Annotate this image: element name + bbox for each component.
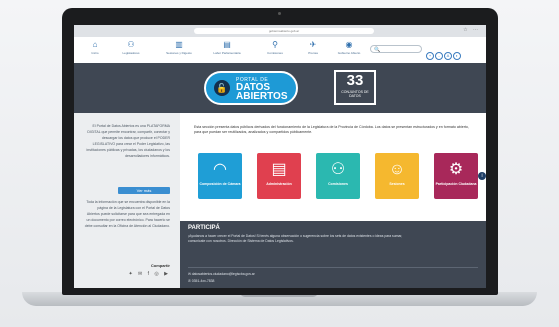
- laptop-screen: gobiernoabierto.gob.ar ☆ ⋯ ⌂ Inicio ⚇ Legis…: [74, 25, 486, 288]
- category-tile-label: Comisiones: [328, 182, 348, 186]
- participa-title: PARTICIPÁ: [188, 225, 220, 231]
- search-input[interactable]: 🔍: [370, 45, 422, 53]
- people-meeting-icon: ☺: [388, 161, 406, 178]
- contrast-button[interactable]: ◐: [453, 52, 461, 60]
- category-tile-label: Participación Ciudadana: [435, 182, 477, 186]
- network-icon: ⚲: [272, 40, 278, 49]
- browser-toolbar-icons[interactable]: ☆ ⋯: [463, 27, 480, 33]
- building-icon: ▥: [175, 40, 183, 49]
- category-tile[interactable]: ☺ Sesiones: [375, 153, 419, 199]
- category-tile[interactable]: ⚇ Comisiones: [316, 153, 360, 199]
- social-icons[interactable]: ✦ ✉ f ◎ ▶: [118, 271, 170, 277]
- nav-item-3[interactable]: ▤ Labor Parlamentaria: [210, 40, 244, 55]
- share-label: Compartir: [150, 263, 170, 268]
- divider: [188, 267, 478, 268]
- document-icon: ▤: [271, 161, 287, 178]
- participa-text: ¡Ayudanos a hacer crecer el Portal de Da…: [188, 234, 403, 243]
- portal-badge: 🔓 PORTAL DE DATOS ABIERTOS: [204, 71, 298, 105]
- nav-item-5[interactable]: ✈ Prensa: [296, 40, 330, 55]
- dataset-count: 33 CONJUNTOS DE DATOS: [334, 70, 376, 105]
- info-fab[interactable]: i: [478, 172, 486, 180]
- category-tile-label: Administración: [266, 182, 292, 186]
- nav-item-1[interactable]: ⚇ Legisladores: [114, 40, 148, 55]
- participa-section: PARTICIPÁ ¡Ayudanos a hacer crecer el Po…: [180, 221, 486, 288]
- category-tile-label: Composición de Cámara: [199, 182, 241, 186]
- nav-item-4[interactable]: ⚲ Comisiones: [258, 40, 292, 55]
- group-icon: ⚇: [330, 161, 346, 178]
- sidebar: El Portal de Datos Abiertos es una PLATA…: [74, 113, 180, 288]
- font-reset-button[interactable]: A: [444, 52, 452, 60]
- contact-phone: ✆ 0351-4xx-7838: [188, 279, 215, 283]
- category-tile[interactable]: ▤ Administración: [257, 153, 301, 199]
- megaphone-icon: ✈: [309, 40, 317, 49]
- network-nodes-icon: ⚙: [448, 161, 464, 178]
- intro-text: Esta sección presenta datos públicos der…: [194, 125, 469, 134]
- nav-item-6[interactable]: ◉ Gobierno Abierto: [332, 40, 366, 55]
- nav-item-label: Sesiones y Digesto: [166, 51, 192, 55]
- category-tile[interactable]: ⚙ Participación Ciudadana: [434, 153, 478, 199]
- hero-banner: 🔓 PORTAL DE DATOS ABIERTOS 33 CONJUNTOS …: [74, 63, 486, 113]
- sidebar-info: Toda la información que se encuentra dis…: [84, 200, 170, 228]
- camera: [278, 12, 281, 15]
- more-button[interactable]: Ver más: [118, 187, 170, 194]
- book-icon: ▤: [223, 40, 231, 49]
- dataset-count-label: CONJUNTOS DE DATOS: [341, 90, 369, 98]
- site-nav: ⌂ Inicio ⚇ Legisladores ▥ Sesiones y Digesto ▤…: [74, 37, 486, 64]
- url-bar[interactable]: gobiernoabierto.gob.ar: [194, 28, 374, 34]
- portal-title: DATOS ABIERTOS: [236, 82, 288, 102]
- lock-icon: 🔓: [214, 80, 230, 96]
- nav-item-0[interactable]: ⌂ Inicio: [78, 40, 112, 55]
- nav-item-label: Gobierno Abierto: [337, 51, 361, 55]
- font-increase-button[interactable]: +: [426, 52, 434, 60]
- home-icon: ⌂: [92, 40, 98, 49]
- nav-item-label: Labor Parlamentaria: [213, 51, 241, 55]
- browser-chrome: gobiernoabierto.gob.ar ☆ ⋯: [74, 25, 486, 42]
- contact-email[interactable]: ✉ datosabiertos.ciudadano@legiscba.gov.a…: [188, 272, 255, 276]
- sidebar-description: El Portal de Datos Abiertos es una PLATA…: [86, 124, 170, 158]
- people-icon: ⚇: [127, 40, 135, 49]
- nav-item-label: Inicio: [91, 51, 99, 55]
- dataset-count-number: 33: [346, 72, 364, 89]
- accessibility-controls: + - A ◐: [426, 44, 462, 62]
- nav-item-label: Comisiones: [267, 51, 283, 55]
- semicircle-icon: ◠: [213, 161, 227, 178]
- nav-item-label: Legisladores: [122, 51, 140, 55]
- nav-item-label: Prensa: [308, 51, 318, 55]
- category-tile[interactable]: ◠ Composición de Cámara: [198, 153, 242, 199]
- font-decrease-button[interactable]: -: [435, 52, 443, 60]
- category-tile-label: Sesiones: [389, 182, 405, 186]
- eye-icon: ◉: [345, 40, 353, 49]
- nav-item-2[interactable]: ▥ Sesiones y Digesto: [162, 40, 196, 55]
